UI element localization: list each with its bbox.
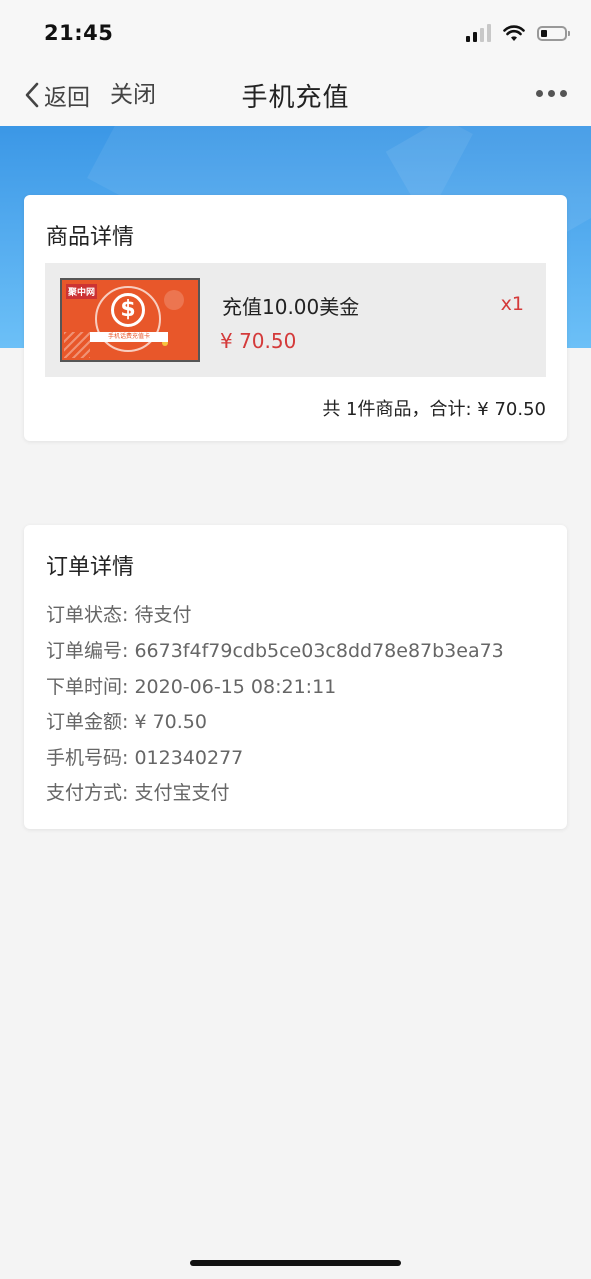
nav-bar: 返回 关闭 手机充值	[0, 64, 591, 126]
more-icon[interactable]	[536, 90, 567, 97]
order-number-row: 订单编号: 6673f4f79cdb5ce03c8dd78e87b3ea73	[46, 636, 504, 663]
product-price: ¥ 70.50	[220, 329, 297, 353]
status-icons	[466, 24, 570, 42]
cellular-signal-icon	[466, 24, 491, 42]
order-time-row: 下单时间: 2020-06-15 08:21:11	[46, 672, 336, 699]
status-bar: 21:45	[0, 0, 591, 64]
order-details-card: 订单详情 订单状态: 待支付 订单编号: 6673f4f79cdb5ce03c8…	[24, 525, 567, 829]
page-title: 手机充值	[241, 83, 350, 113]
order-time-value: 2020-06-15 08:21:11	[134, 676, 337, 698]
product-details-card: 商品详情 聚中网 $ 手机话费充值卡 充值10.00美金 ¥ 70.50 x1 …	[24, 195, 567, 441]
thumb-ribbon: 手机话费充值卡	[90, 332, 168, 342]
order-amount-value: ¥ 70.50	[134, 711, 207, 733]
order-status-label: 订单状态:	[46, 604, 129, 626]
product-name: 充值10.00美金	[222, 295, 360, 319]
order-time-label: 下单时间:	[46, 676, 129, 698]
order-total-summary: 共 1件商品，合计: ¥ 70.50	[322, 399, 546, 420]
order-status-row: 订单状态: 待支付	[46, 600, 191, 627]
payment-method-label: 支付方式:	[46, 782, 129, 804]
home-indicator[interactable]	[190, 1260, 401, 1266]
product-item[interactable]: 聚中网 $ 手机话费充值卡 充值10.00美金 ¥ 70.50 x1	[45, 263, 546, 377]
order-status-value: 待支付	[134, 604, 192, 626]
order-number-label: 订单编号:	[46, 640, 129, 662]
wifi-icon	[503, 24, 525, 41]
order-card-title: 订单详情	[46, 555, 135, 580]
payment-method-row: 支付方式: 支付宝支付	[46, 778, 229, 805]
product-image: 聚中网 $ 手机话费充值卡	[60, 278, 200, 362]
order-amount-label: 订单金额:	[46, 711, 129, 733]
product-card-title: 商品详情	[46, 225, 135, 250]
order-number-value: 6673f4f79cdb5ce03c8dd78e87b3ea73	[134, 640, 504, 662]
phone-number-row: 手机号码: 012340277	[46, 743, 243, 770]
phone-number-label: 手机号码:	[46, 747, 129, 769]
product-quantity: x1	[500, 293, 524, 315]
dollar-coin-icon: $	[111, 293, 145, 327]
payment-method-value: 支付宝支付	[134, 782, 230, 804]
battery-icon	[537, 25, 570, 41]
phone-number-value: 012340277	[134, 747, 244, 769]
status-time: 21:45	[44, 21, 114, 45]
brand-logo: 聚中网	[66, 284, 98, 299]
order-amount-row: 订单金额: ¥ 70.50	[46, 707, 207, 734]
